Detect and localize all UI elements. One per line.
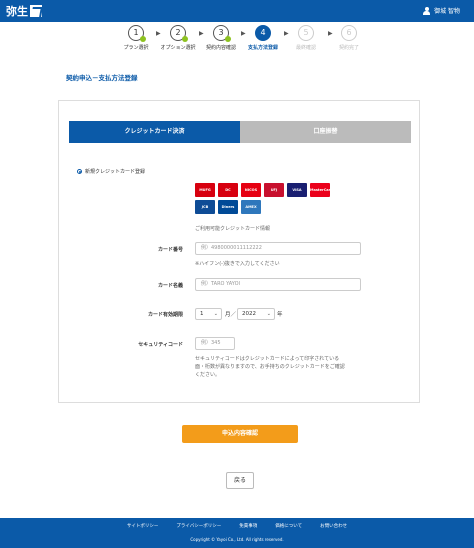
step-number: 4 (255, 25, 271, 41)
step-number: 3 (213, 25, 231, 42)
security-code-label: セキュリティコード (138, 342, 183, 348)
back-button[interactable]: 戻る (226, 472, 254, 489)
dc-card-icon: DC (218, 183, 238, 197)
expiry-year-value: 2022 (242, 311, 256, 317)
tab-credit-card[interactable]: クレジットカード決済 (69, 121, 240, 143)
jcb-card-icon: JCB (195, 200, 215, 214)
card-number-hint: ※ハイフン(-)抜きで入力してください (195, 261, 280, 267)
mastercard-icon: MasterCard (310, 183, 333, 197)
step-number: 5 (298, 25, 314, 41)
card-brand-logos: MUFG DC NICOS UFJ VISA MasterCard JCB Di… (195, 183, 335, 223)
nicos-card-icon: NICOS (241, 183, 261, 197)
step-number: 6 (341, 25, 357, 41)
card-logo-row: MUFG DC NICOS UFJ VISA MasterCard (195, 183, 335, 197)
footer-links: サイトポリシー プライバシーポリシー 免責事項 価格について お問い合わせ (0, 523, 474, 529)
footer-link-contact[interactable]: お問い合わせ (320, 523, 347, 529)
month-unit: 月／ (225, 312, 237, 318)
security-code-input[interactable]: 例）345 (195, 337, 235, 350)
security-hint-line-1: セキュリティコードはクレジットカードによって印字されている (195, 356, 340, 362)
radio-button[interactable] (77, 169, 82, 174)
diners-card-icon: Diners Club (218, 200, 238, 223)
card-name-input[interactable]: 例）TARO YAYOI (195, 278, 361, 291)
security-hint-line-3: ください。 (195, 372, 221, 378)
footer-link-disclaimer[interactable]: 免責事項 (239, 523, 257, 529)
expiry-year-select[interactable]: 2022 ⌄ (237, 308, 275, 320)
card-number-label: カード番号 (157, 247, 183, 253)
step-6: 6 契約完了 (319, 25, 379, 51)
new-card-option[interactable]: 新規クレジットカード登録 (77, 168, 145, 175)
step-number: 1 (128, 25, 146, 42)
expiry-label: カード有効期限 (147, 312, 183, 318)
footer-link-pricing[interactable]: 価格について (275, 523, 302, 529)
user-icon (423, 6, 431, 15)
amex-card-icon: AMEX (241, 200, 261, 214)
mufg-card-icon: MUFG (195, 183, 215, 197)
card-logo-row: JCB Diners Club AMEX (195, 200, 335, 223)
expiry-month-value: 1 (200, 311, 204, 317)
chevron-down-icon: ⌄ (266, 311, 271, 317)
tab-bank-transfer[interactable]: 口座振替 (240, 121, 411, 143)
security-hint-line-2: 面・桁数が異なりますので、お手持ちのクレジットカードをご確認 (195, 364, 345, 370)
header-bar: 弥生 御城 智物 (0, 0, 474, 22)
payment-panel: クレジットカード決済 口座振替 新規クレジットカード登録 MUFG DC NIC… (58, 100, 420, 403)
radio-label: 新規クレジットカード登録 (85, 169, 146, 175)
footer-link-privacy-policy[interactable]: プライバシーポリシー (176, 523, 221, 529)
payment-method-tabs: クレジットカード決済 口座振替 (69, 121, 411, 143)
expiry-month-select[interactable]: 1 ⌄ (195, 308, 222, 320)
ufj-card-icon: UFJ (264, 183, 284, 197)
available-cards-note: ご利用可能クレジットカード情報 (195, 226, 271, 232)
footer-link-site-policy[interactable]: サイトポリシー (127, 523, 159, 529)
footer: サイトポリシー プライバシーポリシー 免責事項 価格について お問い合わせ Co… (0, 518, 474, 548)
year-unit: 年 (277, 312, 283, 318)
card-name-label: カード名義 (157, 283, 183, 289)
step-number: 2 (170, 25, 188, 42)
user-name: 御城 智物 (434, 8, 460, 15)
page-title: 契約申込－支払方法登録 (66, 74, 138, 82)
card-number-input[interactable]: 例）4980000011112222 (195, 242, 361, 255)
step-label: 契約完了 (338, 45, 359, 51)
logo-mark-icon (30, 5, 42, 17)
visa-card-icon: VISA (287, 183, 307, 197)
yayoi-logo[interactable]: 弥生 (6, 3, 42, 19)
chevron-down-icon: ⌄ (213, 311, 218, 317)
user-menu[interactable]: 御城 智物 (423, 6, 460, 15)
copyright: Copyright © Yayoi Co., Ltd. All rights r… (190, 537, 284, 542)
confirm-application-button[interactable]: 申込内容確認 (182, 425, 298, 443)
progress-steps: 1 プラン選択 ▶ 2 オプション選択 ▶ 3 契約内容確認 ▶ 4 支払方法登… (0, 25, 474, 55)
logo-text: 弥生 (6, 5, 28, 18)
